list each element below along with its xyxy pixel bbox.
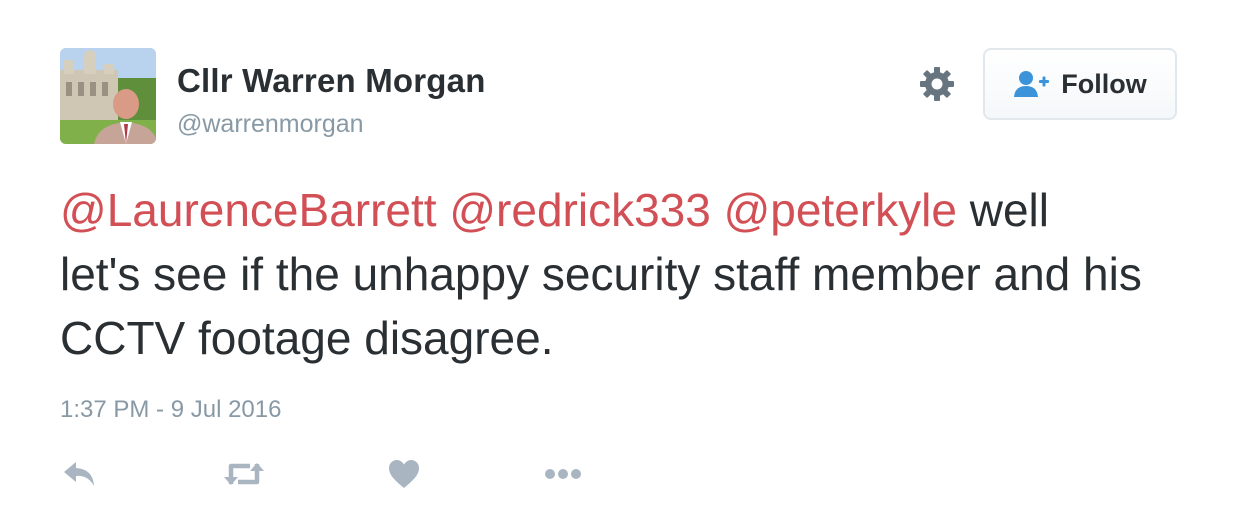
- mention-link[interactable]: @redrick333: [449, 184, 710, 236]
- follow-button[interactable]: Follow: [983, 48, 1177, 120]
- display-name[interactable]: Cllr Warren Morgan: [177, 62, 486, 100]
- user-handle[interactable]: @warrenmorgan: [177, 110, 364, 139]
- retweet-icon[interactable]: [222, 458, 266, 490]
- follow-label: Follow: [1061, 68, 1147, 99]
- tweet-text-body: let's see if the unhappy security staff …: [60, 248, 1142, 364]
- mention-link[interactable]: @LaurenceBarrett: [60, 184, 437, 236]
- tweet-text: @LaurenceBarrett @redrick333 @peterkyle …: [60, 178, 1200, 370]
- tweet-text-start: well: [969, 184, 1049, 236]
- mention-link[interactable]: @peterkyle: [724, 184, 957, 236]
- more-icon[interactable]: [544, 458, 584, 490]
- tweet-timestamp[interactable]: 1:37 PM - 9 Jul 2016: [60, 396, 281, 424]
- gear-icon[interactable]: [917, 64, 957, 104]
- add-user-icon: [1014, 71, 1050, 97]
- like-icon[interactable]: [387, 458, 421, 490]
- tweet-card: Cllr Warren Morgan @warrenmorgan Follow …: [0, 0, 1242, 532]
- avatar[interactable]: [60, 48, 156, 144]
- reply-icon[interactable]: [62, 458, 98, 490]
